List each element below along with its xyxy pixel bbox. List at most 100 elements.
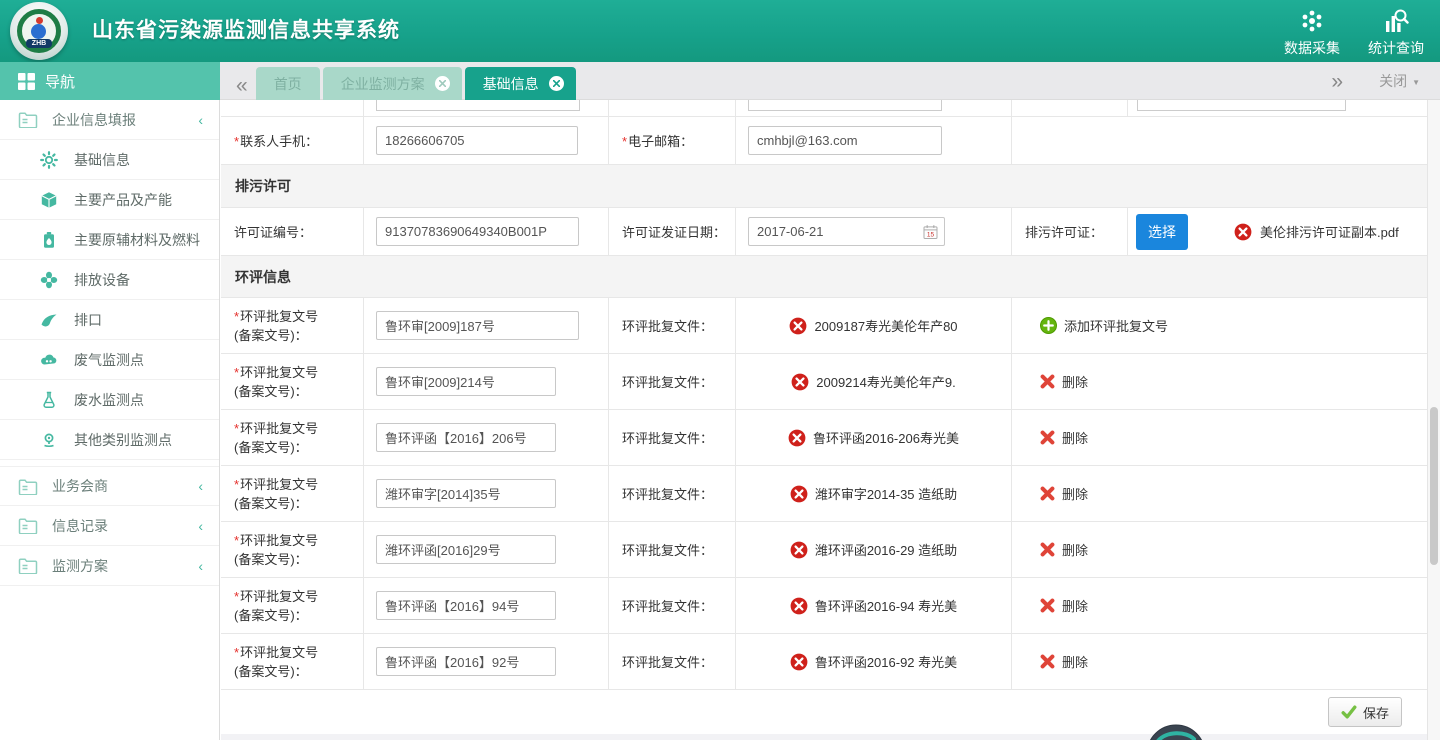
sidebar-group-info-records[interactable]: 信息记录 ‹	[0, 506, 219, 546]
vertical-scrollbar[interactable]	[1427, 100, 1440, 740]
eia-row: *环评批复文号(备案文号)： 环评批复文件： 鲁环评函2016-206寿光美 删…	[221, 410, 1427, 466]
tabs-scroll-left-icon[interactable]: «	[236, 75, 248, 96]
eia-file-name[interactable]: 鲁环评函2016-92 寿光美	[815, 652, 957, 671]
sidebar-group-label: 业务会商	[52, 476, 108, 496]
tabs-scroll-right-icon[interactable]: »	[1331, 71, 1343, 92]
partial-input[interactable]	[376, 100, 580, 111]
sidebar-item-other-monitor-points[interactable]: 其他类别监测点	[0, 420, 219, 460]
sidebar-item-raw-materials-fuel[interactable]: 主要原辅材料及燃料	[0, 220, 219, 260]
tab-label: 基础信息	[483, 74, 539, 94]
permit-no-input[interactable]	[376, 217, 579, 246]
eia-file-name[interactable]: 2009214寿光美伦年产9.	[816, 372, 955, 391]
delete-eia-row-button[interactable]: 删除	[1040, 484, 1088, 503]
remove-file-icon[interactable]	[790, 597, 808, 615]
phone-input[interactable]	[376, 126, 578, 155]
nav-header: 导航	[0, 62, 220, 100]
partial-input[interactable]	[748, 100, 942, 111]
scrollbar-thumb[interactable]	[1430, 407, 1438, 565]
tab-basic-info[interactable]: 基础信息	[465, 67, 576, 100]
permit-cert-label: 排污许可证：	[1012, 208, 1128, 255]
remove-file-icon[interactable]	[791, 373, 809, 391]
eia-file-name[interactable]: 潍环评函2016-29 造纸助	[815, 540, 957, 559]
partial-input[interactable]	[1137, 100, 1346, 111]
eia-doc-input[interactable]	[376, 367, 556, 396]
close-icon[interactable]	[549, 76, 564, 91]
sidebar-item-label: 废水监测点	[74, 390, 144, 410]
basic-info-form: *联系人手机： *电子邮箱： 排污许可 许可证编号： 许可证发证日期：	[221, 100, 1427, 740]
folder-icon	[18, 111, 38, 128]
eia-doc-label: *环评批复文号(备案文号)：	[221, 354, 364, 409]
eia-doc-input[interactable]	[376, 647, 556, 676]
folder-icon	[18, 478, 38, 495]
eia-doc-label: *环评批复文号(备案文号)：	[221, 410, 364, 465]
sidebar-group-monitor-plan[interactable]: 监测方案 ‹	[0, 546, 219, 586]
eia-file-name[interactable]: 潍环审字2014-35 造纸助	[815, 484, 957, 503]
tab-enterprise-monitor-plan[interactable]: 企业监测方案	[323, 67, 462, 100]
save-button[interactable]: 保存	[1328, 697, 1402, 727]
remove-file-icon[interactable]	[1234, 223, 1252, 241]
stats-query-button[interactable]: 统计查询	[1368, 8, 1424, 58]
delete-eia-row-button[interactable]: 删除	[1040, 652, 1088, 671]
eia-file-name[interactable]: 鲁环评函2016-94 寿光美	[815, 596, 957, 615]
sidebar-item-main-products[interactable]: 主要产品及产能	[0, 180, 219, 220]
floating-widget-button[interactable]	[1146, 724, 1206, 740]
sidebar-item-outfall[interactable]: 排口	[0, 300, 219, 340]
eia-doc-input[interactable]	[376, 423, 556, 452]
email-input[interactable]	[748, 126, 942, 155]
chevron-collapse-icon: ‹	[198, 112, 203, 128]
remove-file-icon[interactable]	[790, 485, 808, 503]
sidebar-item-label: 其他类别监测点	[74, 430, 172, 450]
delete-eia-row-button[interactable]: 删除	[1040, 596, 1088, 615]
red-cross-icon	[1040, 542, 1055, 557]
eia-doc-input[interactable]	[376, 479, 556, 508]
eia-doc-label: *环评批复文号(备案文号)：	[221, 298, 364, 353]
sidebar-group-enterprise-info[interactable]: 企业信息填报 ‹	[0, 100, 219, 140]
sidebar-item-basic-info[interactable]: 基础信息	[0, 140, 219, 180]
form-row-partial	[221, 100, 1427, 117]
sidebar-item-waste-water-points[interactable]: 废水监测点	[0, 380, 219, 420]
eia-file-label: 环评批复文件：	[609, 578, 736, 633]
permit-row: 许可证编号： 许可证发证日期： 15 排污许可证： 选	[221, 208, 1427, 256]
tab-strip: 导航 « 首页 企业监测方案 基础信息 » 关闭 ▼	[0, 62, 1440, 100]
add-eia-doc-button[interactable]: 添加环评批复文号	[1040, 316, 1168, 335]
sidebar-item-label: 排口	[74, 310, 102, 330]
tab-label: 企业监测方案	[341, 74, 425, 94]
eia-file-name[interactable]: 鲁环评函2016-206寿光美	[813, 428, 959, 447]
remove-file-icon[interactable]	[789, 317, 807, 335]
delete-eia-row-button[interactable]: 删除	[1040, 372, 1088, 391]
calendar-icon[interactable]: 15	[923, 224, 938, 239]
eia-doc-input[interactable]	[376, 311, 579, 340]
choose-file-button[interactable]: 选择	[1136, 214, 1188, 250]
sidebar-group-label: 监测方案	[52, 556, 108, 576]
chart-search-icon	[1383, 8, 1409, 34]
eia-row: *环评批复文号(备案文号)： 环评批复文件： 潍环审字2014-35 造纸助 删…	[221, 466, 1427, 522]
phone-label: *联系人手机：	[221, 117, 364, 164]
red-cross-icon	[1040, 654, 1055, 669]
red-cross-icon	[1040, 598, 1055, 613]
remove-file-icon[interactable]	[790, 653, 808, 671]
data-collection-button[interactable]: 数据采集	[1284, 8, 1340, 58]
eia-file-name[interactable]: 2009187寿光美伦年产80	[814, 316, 957, 335]
sidebar-item-waste-gas-points[interactable]: 废气监测点	[0, 340, 219, 380]
delete-eia-row-button[interactable]: 删除	[1040, 540, 1088, 559]
close-tabs-dropdown[interactable]: 关闭 ▼	[1379, 71, 1420, 91]
eia-doc-label: *环评批复文号(备案文号)：	[221, 634, 364, 689]
remove-file-icon[interactable]	[788, 429, 806, 447]
remove-file-icon[interactable]	[790, 541, 808, 559]
nav-title: 导航	[45, 71, 75, 92]
sidebar-item-emission-equipment[interactable]: 排放设备	[0, 260, 219, 300]
tab-label: 首页	[274, 74, 302, 94]
delete-eia-row-button[interactable]: 删除	[1040, 428, 1088, 447]
red-cross-icon	[1040, 430, 1055, 445]
eia-file-label: 环评批复文件：	[609, 466, 736, 521]
permit-date-input[interactable]	[748, 217, 945, 246]
eia-doc-input[interactable]	[376, 535, 556, 564]
sidebar-group-business-consult[interactable]: 业务会商 ‹	[0, 466, 219, 506]
eia-doc-input[interactable]	[376, 591, 556, 620]
permit-file-name[interactable]: 美伦排污许可证副本.pdf	[1260, 222, 1399, 241]
tab-home[interactable]: 首页	[256, 67, 320, 100]
chevron-collapse-icon: ‹	[198, 518, 203, 534]
eia-section-header: 环评信息	[221, 256, 1427, 298]
eia-file-label: 环评批复文件：	[609, 298, 736, 353]
close-icon[interactable]	[435, 76, 450, 91]
